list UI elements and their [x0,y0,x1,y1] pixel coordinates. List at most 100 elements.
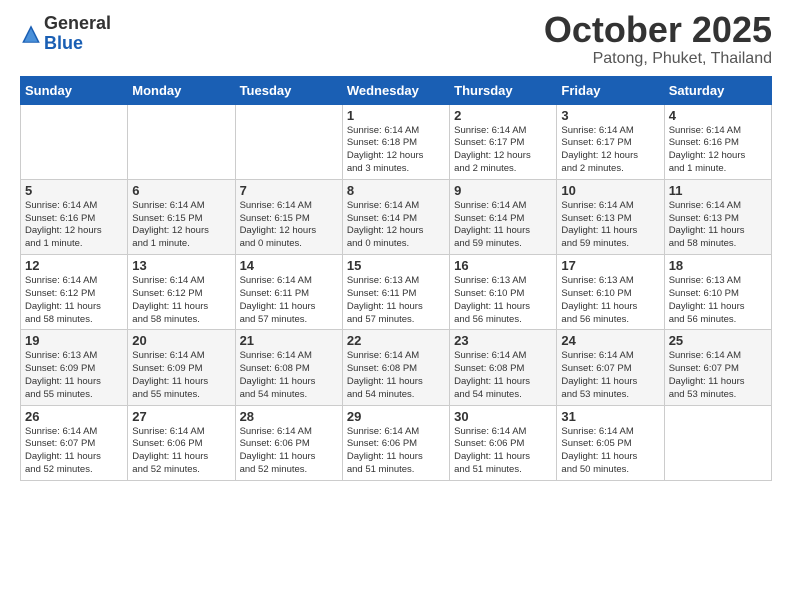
calendar-cell: 22 Sunrise: 6:14 AM Sunset: 6:08 PM Dayli… [342,330,449,405]
day-number: 26 [25,409,123,424]
calendar-cell: 31Sunrise: 6:14 AM Sunset: 6:05 PM Dayli… [557,405,664,480]
month-title: October 2025 [544,10,772,50]
day-info: Sunrise: 6:14 AM Sunset: 6:12 PM Dayligh… [132,275,230,326]
calendar-cell [21,104,128,179]
calendar-cell: 12 Sunrise: 6:14 AM Sunset: 6:12 PM Dayli… [21,255,128,330]
calendar-cell: 30 Sunrise: 6:14 AM Sunset: 6:06 PM Dayli… [450,405,557,480]
day-number: 17 [561,258,659,273]
logo-text: General Blue [44,14,111,54]
day-number: 7 [240,183,338,198]
day-info: Sunrise: 6:13 AM Sunset: 6:10 PM Dayligh… [669,275,767,326]
col-sunday: Sunday [21,76,128,104]
day-number: 12 [25,258,123,273]
day-number: 3 [561,108,659,123]
calendar-cell: 4 Sunrise: 6:14 AM Sunset: 6:16 PM Daylig… [664,104,771,179]
calendar-cell: 16 Sunrise: 6:13 AM Sunset: 6:10 PM Dayli… [450,255,557,330]
col-wednesday: Wednesday [342,76,449,104]
day-number: 22 [347,333,445,348]
day-info: Sunrise: 6:14 AM Sunset: 6:13 PM Dayligh… [669,200,767,251]
calendar-cell: 28 Sunrise: 6:14 AM Sunset: 6:06 PM Dayli… [235,405,342,480]
calendar-cell: 8Sunrise: 6:14 AM Sunset: 6:14 PM Daylig… [342,179,449,254]
day-info: Sunrise: 6:13 AM Sunset: 6:11 PM Dayligh… [347,275,445,326]
day-number: 2 [454,108,552,123]
calendar-cell: 19Sunrise: 6:13 AM Sunset: 6:09 PM Dayli… [21,330,128,405]
calendar-cell: 27Sunrise: 6:14 AM Sunset: 6:06 PM Dayli… [128,405,235,480]
day-number: 14 [240,258,338,273]
page: General Blue October 2025 Patong, Phuket… [0,0,792,612]
day-info: Sunrise: 6:13 AM Sunset: 6:09 PM Dayligh… [25,350,123,401]
calendar-cell: 29Sunrise: 6:14 AM Sunset: 6:06 PM Dayli… [342,405,449,480]
calendar-cell: 14Sunrise: 6:14 AM Sunset: 6:11 PM Dayli… [235,255,342,330]
day-info: Sunrise: 6:13 AM Sunset: 6:10 PM Dayligh… [454,275,552,326]
calendar-cell [128,104,235,179]
day-number: 4 [669,108,767,123]
day-info: Sunrise: 6:14 AM Sunset: 6:16 PM Dayligh… [25,200,123,251]
day-info: Sunrise: 6:14 AM Sunset: 6:07 PM Dayligh… [561,350,659,401]
day-info: Sunrise: 6:14 AM Sunset: 6:07 PM Dayligh… [669,350,767,401]
calendar-header-row: Sunday Monday Tuesday Wednesday Thursday… [21,76,772,104]
day-info: Sunrise: 6:14 AM Sunset: 6:07 PM Dayligh… [25,426,123,477]
day-info: Sunrise: 6:14 AM Sunset: 6:16 PM Dayligh… [669,125,767,176]
day-info: Sunrise: 6:14 AM Sunset: 6:06 PM Dayligh… [454,426,552,477]
day-info: Sunrise: 6:14 AM Sunset: 6:14 PM Dayligh… [454,200,552,251]
calendar-cell [235,104,342,179]
calendar-week-row-3: 12 Sunrise: 6:14 AM Sunset: 6:12 PM Dayli… [21,255,772,330]
day-info: Sunrise: 6:14 AM Sunset: 6:15 PM Dayligh… [132,200,230,251]
calendar-cell: 11 Sunrise: 6:14 AM Sunset: 6:13 PM Dayli… [664,179,771,254]
calendar-cell: 3 Sunrise: 6:14 AM Sunset: 6:17 PM Daylig… [557,104,664,179]
col-thursday: Thursday [450,76,557,104]
logo-icon [20,23,42,45]
day-info: Sunrise: 6:14 AM Sunset: 6:17 PM Dayligh… [454,125,552,176]
col-monday: Monday [128,76,235,104]
calendar-cell: 7 Sunrise: 6:14 AM Sunset: 6:15 PM Daylig… [235,179,342,254]
day-number: 24 [561,333,659,348]
calendar-cell: 25 Sunrise: 6:14 AM Sunset: 6:07 PM Dayli… [664,330,771,405]
day-number: 16 [454,258,552,273]
day-info: Sunrise: 6:14 AM Sunset: 6:17 PM Dayligh… [561,125,659,176]
calendar-cell: 21 Sunrise: 6:14 AM Sunset: 6:08 PM Dayli… [235,330,342,405]
day-info: Sunrise: 6:14 AM Sunset: 6:08 PM Dayligh… [454,350,552,401]
calendar-cell: 18 Sunrise: 6:13 AM Sunset: 6:10 PM Dayli… [664,255,771,330]
day-number: 6 [132,183,230,198]
calendar-cell: 1Sunrise: 6:14 AM Sunset: 6:18 PM Daylig… [342,104,449,179]
day-number: 20 [132,333,230,348]
day-number: 25 [669,333,767,348]
day-info: Sunrise: 6:14 AM Sunset: 6:13 PM Dayligh… [561,200,659,251]
day-info: Sunrise: 6:14 AM Sunset: 6:06 PM Dayligh… [132,426,230,477]
col-saturday: Saturday [664,76,771,104]
title-block: October 2025 Patong, Phuket, Thailand [544,10,772,68]
logo-blue-text: Blue [44,33,83,53]
day-number: 10 [561,183,659,198]
calendar-cell: 5 Sunrise: 6:14 AM Sunset: 6:16 PM Daylig… [21,179,128,254]
calendar-cell: 26 Sunrise: 6:14 AM Sunset: 6:07 PM Dayli… [21,405,128,480]
day-info: Sunrise: 6:14 AM Sunset: 6:14 PM Dayligh… [347,200,445,251]
day-number: 21 [240,333,338,348]
day-info: Sunrise: 6:14 AM Sunset: 6:15 PM Dayligh… [240,200,338,251]
day-info: Sunrise: 6:14 AM Sunset: 6:08 PM Dayligh… [240,350,338,401]
calendar-cell: 6 Sunrise: 6:14 AM Sunset: 6:15 PM Daylig… [128,179,235,254]
location-subtitle: Patong, Phuket, Thailand [544,50,772,68]
logo: General Blue [20,14,111,54]
col-tuesday: Tuesday [235,76,342,104]
calendar-cell: 17Sunrise: 6:13 AM Sunset: 6:10 PM Dayli… [557,255,664,330]
logo-general-text: General [44,13,111,33]
calendar-cell: 9 Sunrise: 6:14 AM Sunset: 6:14 PM Daylig… [450,179,557,254]
header: General Blue October 2025 Patong, Phuket… [20,10,772,68]
day-number: 30 [454,409,552,424]
day-info: Sunrise: 6:14 AM Sunset: 6:08 PM Dayligh… [347,350,445,401]
day-number: 5 [25,183,123,198]
day-number: 28 [240,409,338,424]
day-number: 31 [561,409,659,424]
calendar-week-row-4: 19Sunrise: 6:13 AM Sunset: 6:09 PM Dayli… [21,330,772,405]
day-number: 18 [669,258,767,273]
day-info: Sunrise: 6:14 AM Sunset: 6:12 PM Dayligh… [25,275,123,326]
day-number: 9 [454,183,552,198]
calendar-cell [664,405,771,480]
calendar-week-row-1: 1Sunrise: 6:14 AM Sunset: 6:18 PM Daylig… [21,104,772,179]
day-number: 1 [347,108,445,123]
calendar-week-row-5: 26 Sunrise: 6:14 AM Sunset: 6:07 PM Dayli… [21,405,772,480]
day-number: 13 [132,258,230,273]
day-info: Sunrise: 6:14 AM Sunset: 6:06 PM Dayligh… [240,426,338,477]
calendar-cell: 24 Sunrise: 6:14 AM Sunset: 6:07 PM Dayli… [557,330,664,405]
day-number: 11 [669,183,767,198]
